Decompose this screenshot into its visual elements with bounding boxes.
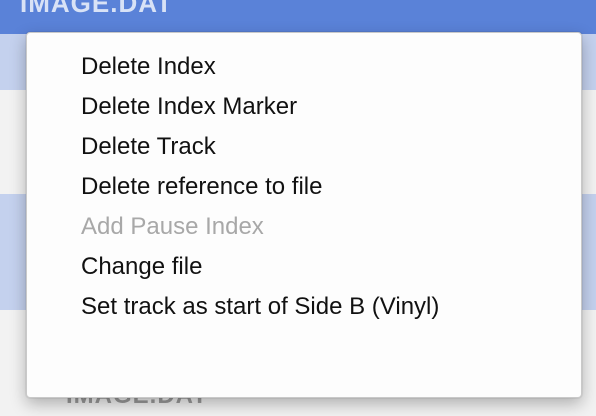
menu-item-delete-index-marker[interactable]: Delete Index Marker — [27, 87, 581, 127]
context-menu: Delete Index Delete Index Marker Delete … — [26, 32, 582, 398]
menu-item-delete-index[interactable]: Delete Index — [27, 47, 581, 87]
menu-item-add-pause-index: Add Pause Index — [81, 213, 264, 240]
menu-item-delete-track[interactable]: Delete Track — [27, 127, 581, 167]
menu-item-set-side-b[interactable]: Set track as start of Side B (Vinyl) — [27, 287, 581, 327]
menu-item-change-file[interactable]: Change file — [27, 247, 581, 287]
list-row-label: IMAGE.DAT — [20, 0, 173, 18]
list-row-selected[interactable]: IMAGE.DAT — [0, 0, 596, 34]
menu-item-delete-reference-to-file[interactable]: Delete reference to file — [27, 167, 581, 207]
